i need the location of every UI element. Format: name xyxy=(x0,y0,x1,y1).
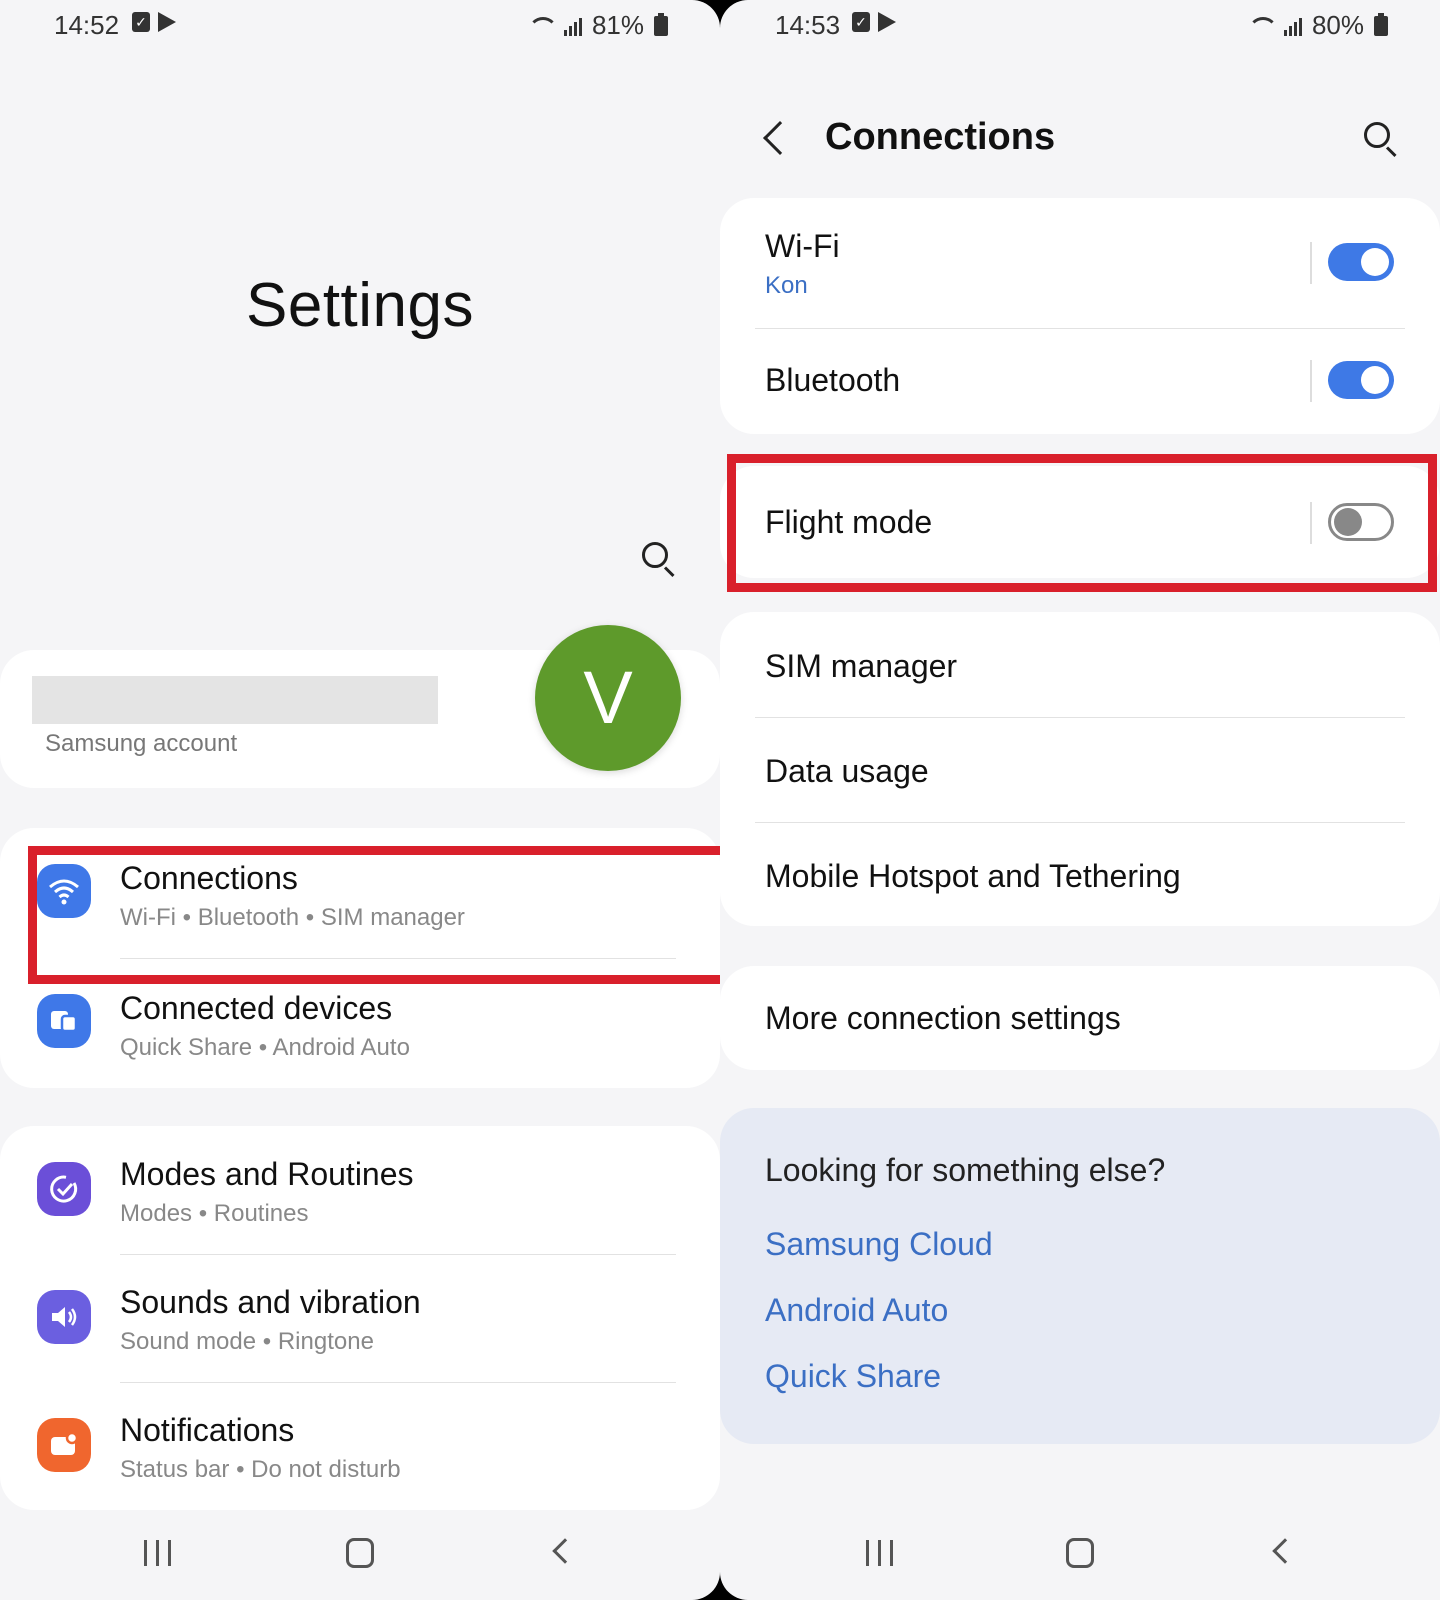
checkbox-notification-icon: ✓ xyxy=(852,12,870,32)
wifi-bluetooth-card: Wi-Fi Kon Bluetooth xyxy=(720,198,1440,434)
play-store-icon xyxy=(878,12,896,32)
sim-manager-row[interactable]: SIM manager xyxy=(720,612,1440,717)
home-button[interactable] xyxy=(1066,1538,1094,1568)
back-button[interactable] xyxy=(1272,1538,1298,1564)
status-time: 14:52 xyxy=(54,10,120,40)
menu-item-title: Notifications xyxy=(120,1412,295,1448)
signal-icon xyxy=(563,16,582,36)
battery-icon xyxy=(654,12,668,36)
home-button[interactable] xyxy=(346,1538,374,1568)
link-android-auto[interactable]: Android Auto xyxy=(765,1292,948,1329)
routine-check-icon xyxy=(37,1162,91,1216)
wifi-label: Wi-Fi xyxy=(765,228,840,264)
signal-icon xyxy=(1283,16,1302,36)
status-bar: 14:53 ✓ 80% xyxy=(720,0,1440,52)
bluetooth-label: Bluetooth xyxy=(765,362,901,398)
navigation-bar xyxy=(0,1510,720,1600)
menu-item-title: Modes and Routines xyxy=(120,1156,414,1192)
search-icon[interactable] xyxy=(638,538,682,582)
menu-item-subtitle: Modes • Routines xyxy=(120,1200,309,1227)
sim-manager-label: SIM manager xyxy=(765,648,958,684)
more-connection-settings-label: More connection settings xyxy=(765,1000,1121,1036)
link-quick-share[interactable]: Quick Share xyxy=(765,1358,941,1395)
network-options-card: SIM manager Data usage Mobile Hotspot an… xyxy=(720,612,1440,926)
more-connection-settings-row[interactable]: More connection settings xyxy=(720,966,1440,1070)
page-title: Settings xyxy=(245,271,475,340)
back-button[interactable] xyxy=(552,1538,578,1564)
hotspot-row[interactable]: Mobile Hotspot and Tethering xyxy=(720,822,1440,926)
navigation-bar xyxy=(720,1510,1440,1600)
wifi-status-icon xyxy=(1246,15,1278,37)
menu-item-sounds-vibration[interactable]: Sounds and vibration Sound mode • Ringto… xyxy=(0,1254,720,1384)
play-store-icon xyxy=(158,12,176,32)
account-label: Samsung account xyxy=(45,730,238,757)
menu-item-subtitle: Status bar • Do not disturb xyxy=(120,1456,401,1483)
more-settings-card: More connection settings xyxy=(720,966,1440,1070)
status-bar: 14:52 ✓ 81% xyxy=(0,0,720,52)
bluetooth-row[interactable]: Bluetooth xyxy=(720,328,1440,434)
recents-button[interactable] xyxy=(866,1540,893,1566)
status-time: 14:53 xyxy=(775,10,841,40)
menu-item-subtitle: Sound mode • Ringtone xyxy=(120,1328,374,1355)
connections-screen: 14:53 ✓ 80% Connections Wi-Fi Kon Blueto… xyxy=(720,0,1440,1600)
suggestions-title: Looking for something else? xyxy=(765,1152,1166,1188)
battery-icon xyxy=(1374,12,1388,36)
wifi-network-name: Kon xyxy=(765,272,808,299)
menu-item-title: Sounds and vibration xyxy=(120,1284,421,1320)
menu-item-title: Connected devices xyxy=(120,990,393,1026)
highlight-box-connections xyxy=(28,846,720,984)
data-usage-label: Data usage xyxy=(765,753,929,789)
speaker-icon xyxy=(37,1290,91,1344)
battery-percent: 80% xyxy=(1311,10,1364,40)
menu-group-system: Modes and Routines Modes • Routines Soun… xyxy=(0,1126,720,1510)
suggestions-card: Looking for something else? Samsung Clou… xyxy=(720,1108,1440,1444)
notification-icon xyxy=(37,1418,91,1472)
hotspot-label: Mobile Hotspot and Tethering xyxy=(765,858,1181,894)
recents-button[interactable] xyxy=(144,1540,171,1566)
bluetooth-toggle[interactable] xyxy=(1328,361,1394,399)
highlight-box-flight-mode xyxy=(727,454,1437,592)
checkbox-notification-icon: ✓ xyxy=(132,12,150,32)
devices-icon xyxy=(37,994,91,1048)
wifi-row[interactable]: Wi-Fi Kon xyxy=(720,198,1440,328)
menu-item-modes-routines[interactable]: Modes and Routines Modes • Routines xyxy=(0,1126,720,1256)
settings-screen: 14:52 ✓ 81% Settings Samsung account V C… xyxy=(0,0,720,1600)
link-samsung-cloud[interactable]: Samsung Cloud xyxy=(765,1226,993,1263)
avatar[interactable]: V xyxy=(535,625,681,771)
menu-item-notifications[interactable]: Notifications Status bar • Do not distur… xyxy=(0,1382,720,1512)
page-title: Connections xyxy=(825,116,1056,158)
wifi-status-icon xyxy=(526,15,558,37)
data-usage-row[interactable]: Data usage xyxy=(720,717,1440,822)
battery-percent: 81% xyxy=(591,10,644,40)
back-arrow-icon[interactable] xyxy=(763,121,797,155)
account-name-redacted xyxy=(32,676,438,724)
search-icon[interactable] xyxy=(1360,118,1404,162)
menu-item-subtitle: Quick Share • Android Auto xyxy=(120,1034,410,1061)
wifi-toggle[interactable] xyxy=(1328,243,1394,281)
